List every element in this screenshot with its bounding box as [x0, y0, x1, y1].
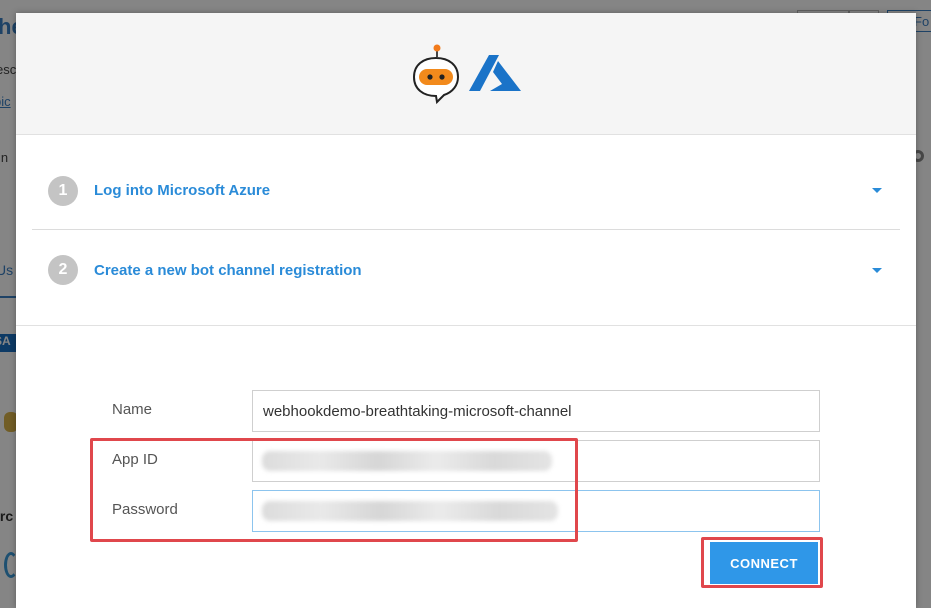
name-field[interactable]: [252, 390, 820, 432]
step-login-azure[interactable]: 1 Log into Microsoft Azure: [32, 152, 900, 230]
bot-icon: [412, 44, 460, 105]
step-create-registration[interactable]: 2 Create a new bot channel registration: [32, 231, 900, 309]
connect-button[interactable]: CONNECT: [710, 542, 818, 584]
azure-icon: [469, 55, 521, 91]
step-number-badge: 2: [48, 255, 78, 285]
chevron-down-icon[interactable]: [872, 188, 882, 193]
chevron-down-icon[interactable]: [872, 267, 882, 273]
connect-channel-modal: 1 Log into Microsoft Azure 2 Create a ne…: [16, 13, 916, 608]
password-label: Password: [112, 501, 178, 518]
section-divider: [16, 325, 916, 326]
redacted-app-id: [262, 451, 552, 471]
step-number-badge: 1: [48, 175, 78, 206]
modal-header: [16, 13, 916, 135]
app-id-label: App ID: [112, 451, 158, 468]
step-title: Log into Microsoft Azure: [94, 182, 271, 199]
step-title: Create a new bot channel registration: [94, 261, 362, 279]
redacted-password: [262, 501, 558, 521]
name-label: Name: [112, 401, 153, 418]
